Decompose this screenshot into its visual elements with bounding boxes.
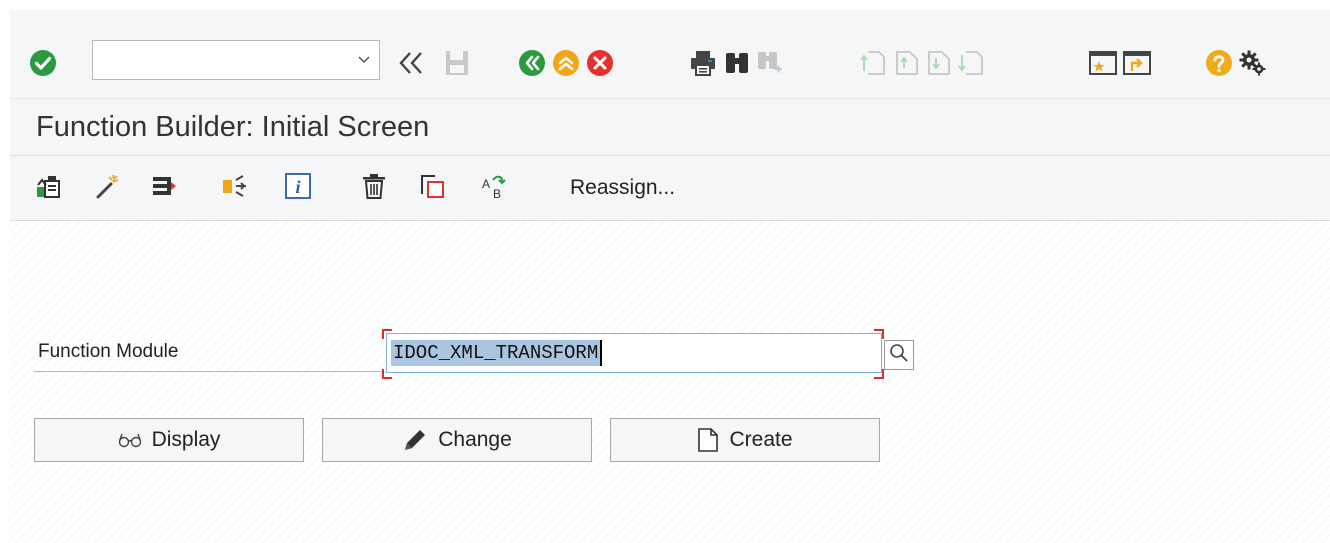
new-document-icon (697, 427, 719, 453)
page-title: Function Builder: Initial Screen (36, 111, 430, 143)
required-marker (874, 369, 884, 379)
other-object-icon[interactable] (34, 172, 62, 200)
where-used-icon[interactable] (150, 172, 178, 200)
test-icon[interactable] (220, 172, 248, 200)
application-toolbar: i AB Reassign... (10, 156, 1330, 221)
label-underline (34, 371, 384, 372)
last-page-icon[interactable] (956, 48, 986, 78)
required-marker (874, 329, 884, 339)
required-marker (382, 329, 392, 339)
svg-text:A: A (482, 177, 490, 191)
exit-icon[interactable] (551, 48, 581, 78)
function-module-label: Function Module (38, 341, 179, 362)
pencil-icon (402, 427, 428, 453)
print-icon[interactable] (688, 48, 718, 78)
first-page-icon[interactable] (858, 48, 888, 78)
previous-page-icon[interactable] (892, 48, 922, 78)
window-top-edge (0, 0, 1330, 10)
create-button[interactable]: Create (610, 418, 880, 462)
delete-icon[interactable] (360, 172, 388, 200)
generate-shortcut-icon[interactable] (1122, 48, 1152, 78)
change-button-label: Change (438, 428, 512, 451)
text-cursor (600, 340, 602, 366)
back-icon[interactable] (517, 48, 547, 78)
back-double-arrow-icon[interactable] (396, 48, 426, 78)
required-marker (382, 369, 392, 379)
create-button-label: Create (729, 428, 793, 451)
value-help-button[interactable] (884, 340, 914, 370)
svg-text:i: i (295, 177, 300, 197)
info-icon[interactable]: i (284, 172, 312, 200)
command-field[interactable] (92, 40, 380, 80)
find-next-icon[interactable] (754, 48, 784, 78)
customize-layout-icon[interactable] (1238, 48, 1268, 78)
title-bar: Function Builder: Initial Screen (10, 99, 1330, 156)
next-page-icon[interactable] (924, 48, 954, 78)
search-icon (888, 342, 910, 369)
wizard-icon[interactable] (94, 172, 122, 200)
svg-text:B: B (493, 187, 501, 200)
change-button[interactable]: Change (322, 418, 592, 462)
copy-icon[interactable] (418, 172, 446, 200)
rename-icon[interactable]: AB (480, 172, 508, 200)
main-content: Function Module IDOC_XML_TRANSFORM Displ… (10, 221, 1330, 543)
create-session-icon[interactable] (1088, 48, 1118, 78)
cancel-icon[interactable] (585, 48, 615, 78)
glasses-icon (118, 432, 142, 448)
find-icon[interactable] (722, 48, 752, 78)
sap-window: Function Builder: Initial Screen i AB Re… (10, 10, 1330, 543)
function-module-input[interactable]: IDOC_XML_TRANSFORM (386, 333, 882, 373)
help-icon[interactable] (1204, 48, 1234, 78)
function-module-value[interactable]: IDOC_XML_TRANSFORM (391, 340, 601, 366)
enter-icon[interactable] (28, 48, 58, 78)
command-input[interactable] (93, 41, 343, 79)
display-button-label: Display (151, 428, 221, 451)
reassign-button[interactable]: Reassign... (570, 176, 675, 200)
save-icon[interactable] (442, 48, 472, 78)
system-toolbar (10, 10, 1330, 99)
chevron-down-icon[interactable] (355, 51, 373, 69)
display-button[interactable]: Display (34, 418, 304, 462)
